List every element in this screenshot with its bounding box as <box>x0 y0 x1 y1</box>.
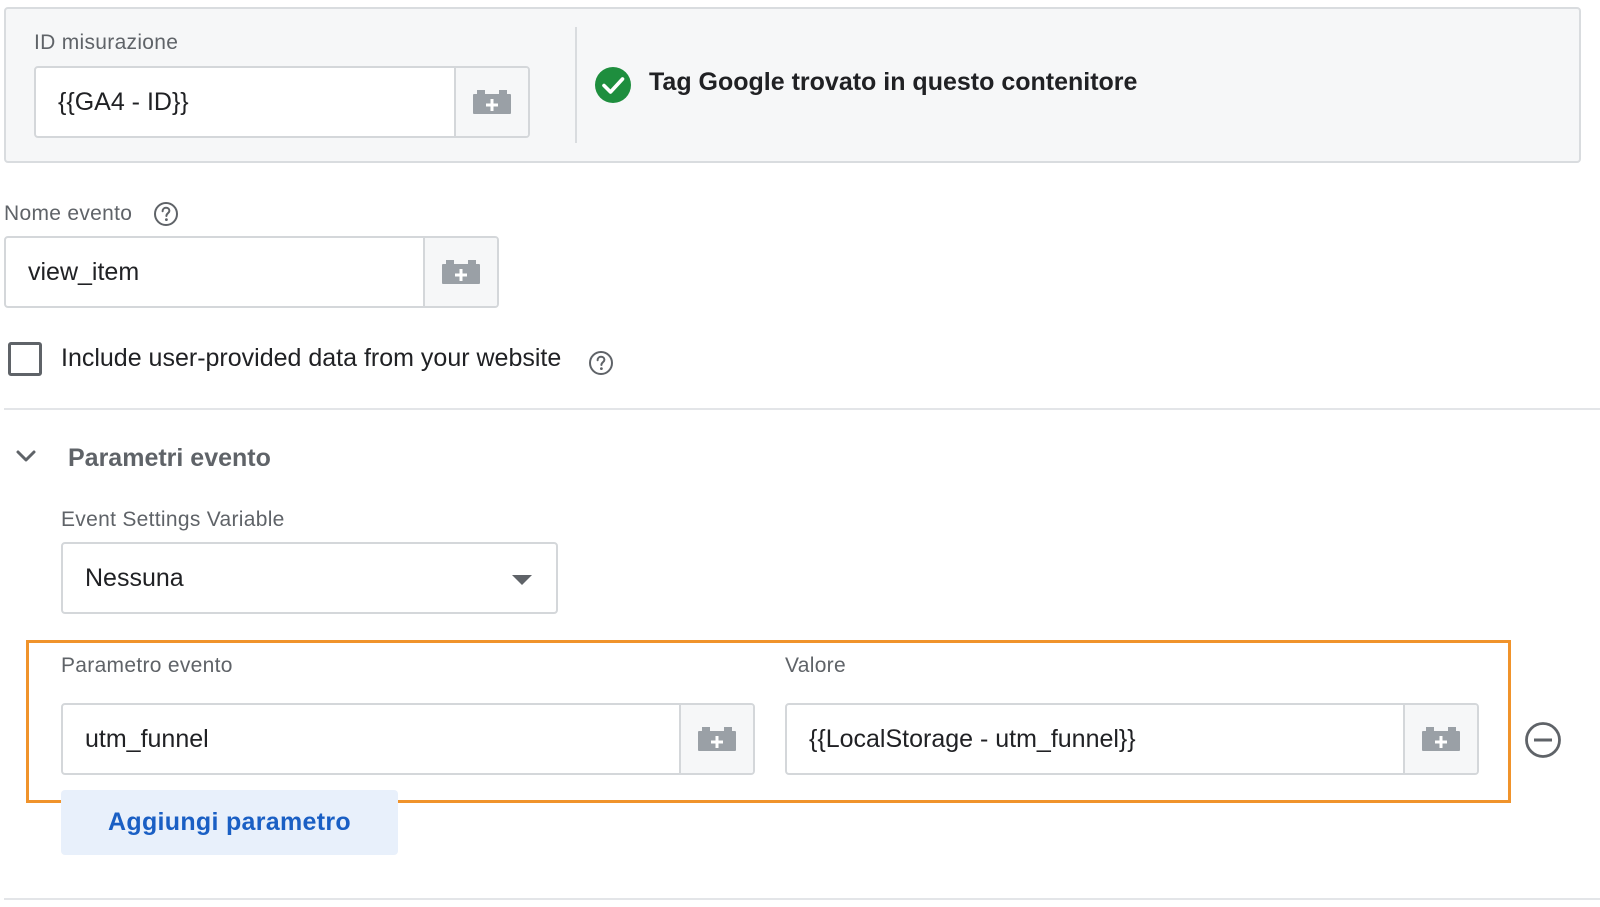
param-value-value: {{LocalStorage - utm_funnel}} <box>809 724 1136 753</box>
measurement-id-field[interactable]: {{GA4 - ID}} <box>34 66 530 138</box>
value-column-label: Valore <box>785 654 846 677</box>
param-value-variable-button[interactable] <box>1403 705 1477 773</box>
param-name-field[interactable]: utm_funnel <box>61 703 755 775</box>
measurement-id-value: {{GA4 - ID}} <box>58 87 189 116</box>
tag-found-status: Tag Google trovato in questo contenitore <box>649 68 1138 96</box>
user-data-checkbox-label: Include user-provided data from your web… <box>61 344 562 372</box>
check-circle-icon <box>595 67 631 103</box>
event-params-section-title[interactable]: Parametri evento <box>68 444 271 473</box>
remove-circle-icon[interactable] <box>1524 721 1562 759</box>
param-value-field[interactable]: {{LocalStorage - utm_funnel}} <box>785 703 1479 775</box>
param-name-value: utm_funnel <box>85 724 209 753</box>
add-variable-icon <box>442 260 480 284</box>
card-divider <box>575 27 577 143</box>
measurement-id-label: ID misurazione <box>34 31 179 54</box>
event-name-variable-button[interactable] <box>423 238 497 306</box>
settings-variable-value: Nessuna <box>85 563 184 592</box>
add-variable-icon <box>698 727 736 751</box>
add-parameter-label: Aggiungi parametro <box>108 808 351 836</box>
event-name-field[interactable]: view_item <box>4 236 499 308</box>
help-circle-icon[interactable] <box>153 201 179 227</box>
add-parameter-button[interactable]: Aggiungi parametro <box>61 790 398 855</box>
help-circle-icon[interactable] <box>588 350 614 376</box>
measurement-id-variable-button[interactable] <box>454 68 528 136</box>
add-variable-icon <box>473 90 511 114</box>
settings-variable-label: Event Settings Variable <box>61 508 285 531</box>
bottom-divider <box>4 898 1600 900</box>
settings-variable-select[interactable]: Nessuna <box>61 542 558 614</box>
event-name-value: view_item <box>28 257 140 286</box>
event-name-label: Nome evento <box>4 202 133 225</box>
user-data-checkbox[interactable] <box>8 342 42 376</box>
param-name-variable-button[interactable] <box>679 705 753 773</box>
dropdown-caret-icon <box>512 575 532 585</box>
add-variable-icon <box>1422 727 1460 751</box>
param-column-label: Parametro evento <box>61 654 233 677</box>
section-divider <box>4 408 1600 410</box>
chevron-down-icon[interactable] <box>14 448 38 464</box>
